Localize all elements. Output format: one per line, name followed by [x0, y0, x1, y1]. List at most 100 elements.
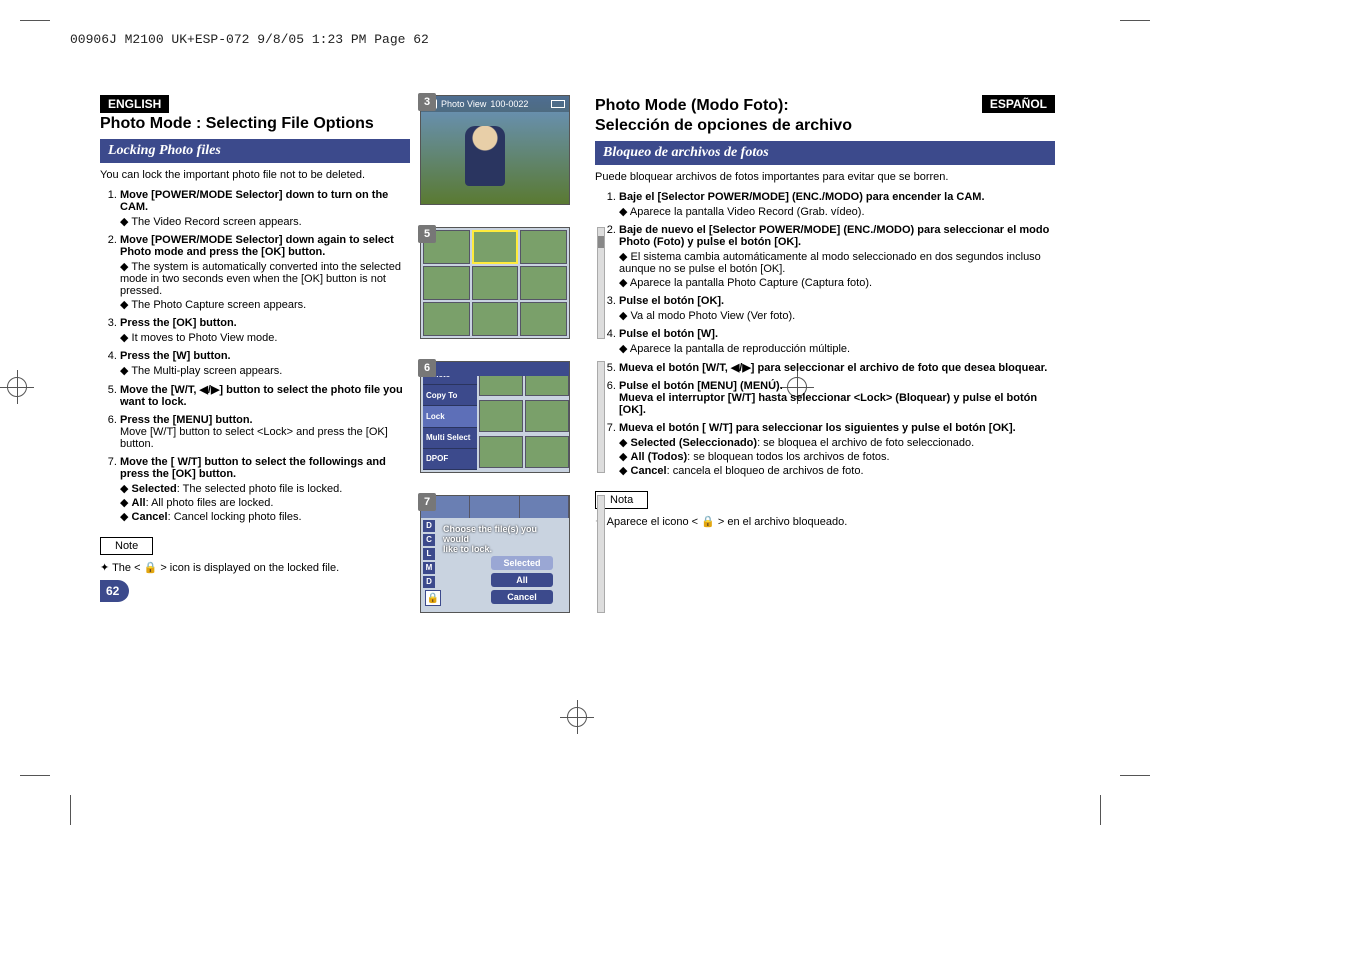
steps-list-es: Baje el [Selector POWER/MODE] (ENC./MODO… — [595, 191, 1055, 477]
device-screen-6: 6 Delete Copy To Lock Multi Select DPOF — [420, 361, 595, 473]
option-all: All — [491, 573, 553, 587]
step-2-es: Baje de nuevo el [Selector POWER/MODE] (… — [619, 224, 1055, 289]
side-letter: D — [423, 520, 435, 532]
step-head: Pulse el botón [OK]. — [619, 295, 724, 307]
thumbnail-selected — [472, 230, 519, 264]
screen-number: 6 — [418, 359, 436, 377]
step-bullet: Selected: The selected photo file is loc… — [120, 482, 410, 495]
step-6-en: Press the [MENU] button. Move [W/T] butt… — [120, 414, 410, 450]
section-title-en: Photo Mode : Selecting File Options — [100, 115, 410, 133]
step-5-es: Mueva el botón [W/T, ◀/▶] para seleccion… — [619, 361, 1055, 374]
note-label-en: Note — [100, 537, 153, 555]
step-bullet: Aparece la pantalla Photo Capture (Captu… — [619, 276, 1055, 289]
side-letter: L — [423, 548, 435, 560]
battery-icon — [551, 100, 565, 108]
subsection-title-es: Bloqueo de archivos de fotos — [595, 141, 1055, 165]
note-text-en: The < 🔒 > icon is displayed on the locke… — [100, 561, 410, 574]
scrollbar-icon — [597, 495, 605, 613]
option-cancel: Cancel — [491, 590, 553, 604]
registration-mark-icon — [0, 370, 34, 404]
crop-mark-icon — [50, 0, 90, 40]
step-bullet: Aparece la pantalla de reproducción múlt… — [619, 342, 1055, 355]
step-extra: Mueva el interruptor [W/T] hasta selecci… — [619, 392, 1037, 416]
thumbnail — [525, 436, 569, 468]
thumbnail — [479, 436, 523, 468]
step-head: Baje el [Selector POWER/MODE] (ENC./MODO… — [619, 191, 985, 203]
step-2-en: Move [POWER/MODE Selector] down again to… — [120, 234, 410, 311]
screen-number: 3 — [418, 93, 436, 111]
thumbnail — [423, 266, 470, 300]
step-head: Baje de nuevo el [Selector POWER/MODE] (… — [619, 224, 1049, 248]
step-head: Move the [ W/T] button to select the fol… — [120, 456, 386, 480]
step-bullet: Cancel: cancela el bloqueo de archivos d… — [619, 464, 1055, 477]
device-screen-7: 7 D C L M D Choose the fi — [420, 495, 595, 613]
spanish-column: Photo Mode (Modo Foto): Selección de opc… — [595, 95, 1055, 635]
thumbnail — [520, 266, 567, 300]
step-bullet: All (Todos): se bloquean todos los archi… — [619, 450, 1055, 463]
thumbnail — [423, 302, 470, 336]
step-bullet: The Video Record screen appears. — [120, 215, 410, 228]
screen-number: 5 — [418, 225, 436, 243]
step-bullet: Va al modo Photo View (Ver foto). — [619, 309, 1055, 322]
print-header: 00906J M2100 UK+ESP-072 9/8/05 1:23 PM P… — [70, 32, 429, 47]
step-head: Move the [W/T, ◀/▶] button to select the… — [120, 384, 403, 408]
registration-mark-icon — [560, 700, 594, 734]
step-1-en: Move [POWER/MODE Selector] down to turn … — [120, 189, 410, 228]
note-text-es: Aparece el icono < 🔒 > en el archivo blo… — [595, 515, 1055, 528]
step-1-es: Baje el [Selector POWER/MODE] (ENC./MODO… — [619, 191, 1055, 218]
step-4-en: Press the [W] button. The Multi-play scr… — [120, 350, 410, 377]
scrollbar-icon — [597, 361, 605, 473]
menu-topstrip — [421, 362, 569, 376]
step-7-en: Move the [ W/T] button to select the fol… — [120, 456, 410, 523]
device-screen-5: 5 — [420, 227, 595, 339]
step-head: Pulse el botón [MENU] (MENÚ). — [619, 380, 783, 392]
photo-view-label: Photo View — [441, 99, 486, 109]
thumbnail — [470, 496, 519, 518]
step-bullet: The Multi-play screen appears. — [120, 364, 410, 377]
photo-subject — [465, 126, 505, 186]
crop-mark-icon — [50, 755, 90, 795]
page-number: 62 — [100, 580, 129, 602]
step-bullet: It moves to Photo View mode. — [120, 331, 410, 344]
step-bullet: Cancel: Cancel locking photo files. — [120, 510, 410, 523]
dialog-message: Choose the file(s) you would like to loc… — [443, 524, 561, 554]
english-column: ENGLISH Photo Mode : Selecting File Opti… — [100, 95, 410, 635]
step-bullet: Selected (Seleccionado): se bloquea el a… — [619, 436, 1055, 449]
device-screens-column: 3 Photo View 100-0022 5 — [420, 95, 595, 635]
lang-tag-spanish: ESPAÑOL — [982, 95, 1055, 113]
step-extra: Move [W/T] button to select <Lock> and p… — [120, 426, 388, 450]
thumbnail — [479, 400, 523, 432]
menu-list: Delete Copy To Lock Multi Select DPOF — [423, 364, 477, 470]
crop-mark-icon — [1080, 755, 1120, 795]
screen-number: 7 — [418, 493, 436, 511]
lang-tag-english: ENGLISH — [100, 95, 169, 113]
step-bullet: El sistema cambia automáticamente al mod… — [619, 250, 1055, 275]
step-head: Pulse el botón [W]. — [619, 328, 718, 340]
lock-icon: 🔒 — [425, 590, 441, 606]
side-letter: D — [423, 576, 435, 588]
scrollbar-icon — [597, 227, 605, 339]
step-bullet: The Photo Capture screen appears. — [120, 298, 410, 311]
step-4-es: Pulse el botón [W]. Aparece la pantalla … — [619, 328, 1055, 355]
step-bullet: Aparece la pantalla Video Record (Grab. … — [619, 205, 1055, 218]
step-7-es: Mueva el botón [ W/T] para seleccionar l… — [619, 422, 1055, 477]
step-head: Mueva el botón [W/T, ◀/▶] para seleccion… — [619, 362, 1047, 374]
option-selected: Selected — [491, 556, 553, 570]
intro-es: Puede bloquear archivos de fotos importa… — [595, 171, 1055, 183]
step-head: Press the [OK] button. — [120, 317, 237, 329]
step-head: Press the [W] button. — [120, 350, 231, 362]
menu-item-lock: Lock — [423, 406, 477, 427]
step-head: Press the [MENU] button. — [120, 414, 253, 426]
crop-mark-icon — [1080, 0, 1120, 40]
step-5-en: Move the [W/T, ◀/▶] button to select the… — [120, 383, 410, 408]
step-bullet: All: All photo files are locked. — [120, 496, 410, 509]
photo-counter: 100-0022 — [490, 99, 528, 109]
thumbnail — [472, 302, 519, 336]
steps-list-en: Move [POWER/MODE Selector] down to turn … — [100, 189, 410, 523]
thumbnail — [520, 302, 567, 336]
section-title-es-2: Selección de opciones de archivo — [595, 117, 852, 135]
menu-side-letters: D C L M D — [423, 520, 435, 588]
menu-item-copyto: Copy To — [423, 385, 477, 406]
thumbnail — [472, 266, 519, 300]
step-head: Move [POWER/MODE Selector] down to turn … — [120, 189, 388, 213]
